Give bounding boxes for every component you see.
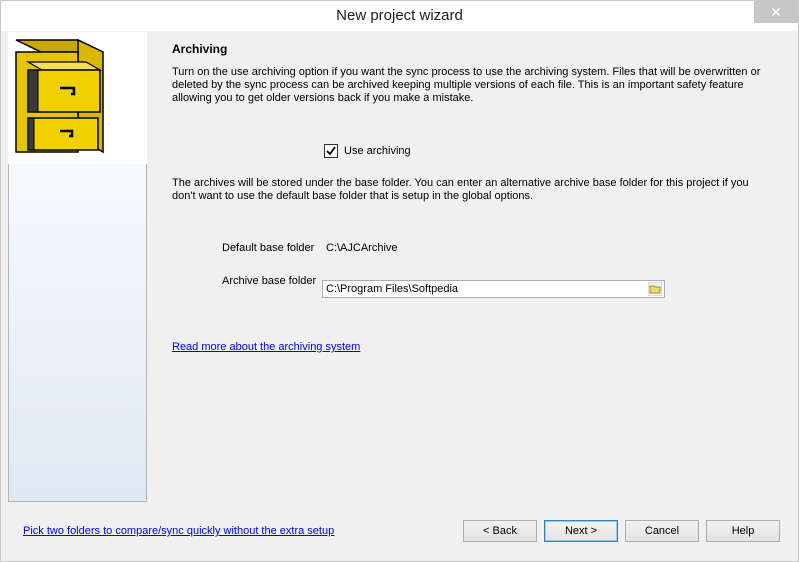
folder-icon[interactable] xyxy=(648,282,662,296)
read-more-archiving-link[interactable]: Read more about the archiving system xyxy=(172,341,360,353)
page-content: Archiving Turn on the use archiving opti… xyxy=(172,42,762,353)
quick-compare-link[interactable]: Pick two folders to compare/sync quickly… xyxy=(23,525,334,537)
wizard-window: New project wizard ✕ Archiving Turn on t… xyxy=(0,0,799,562)
use-archiving-label[interactable]: Use archiving xyxy=(344,145,411,157)
window-title: New project wizard xyxy=(336,7,463,24)
close-icon: ✕ xyxy=(770,4,782,20)
close-button[interactable]: ✕ xyxy=(754,1,798,23)
left-sidebar-panel xyxy=(8,164,147,502)
wizard-page: Archiving Turn on the use archiving opti… xyxy=(8,32,792,502)
back-button[interactable]: < Back xyxy=(463,520,537,542)
checkmark-icon xyxy=(326,146,336,156)
page-heading: Archiving xyxy=(172,42,228,56)
default-base-folder-label: Default base folder xyxy=(222,242,315,254)
help-button[interactable]: Help xyxy=(706,520,780,542)
archive-base-folder-field[interactable] xyxy=(322,280,665,298)
use-archiving-checkbox[interactable]: Use archiving xyxy=(324,144,411,158)
title-bar: New project wizard ✕ xyxy=(1,1,798,31)
archive-base-folder-label: Archive base folder xyxy=(222,275,317,287)
checkbox-box[interactable] xyxy=(324,144,338,158)
button-bar: Pick two folders to compare/sync quickly… xyxy=(8,502,792,554)
next-button[interactable]: Next > xyxy=(544,520,618,542)
base-folder-info: The archives will be stored under the ba… xyxy=(172,177,749,202)
archive-base-folder-input[interactable] xyxy=(323,281,644,297)
intro-paragraph: Turn on the use archiving option if you … xyxy=(172,66,761,104)
cancel-button[interactable]: Cancel xyxy=(625,520,699,542)
default-base-folder-value: C:\AJCArchive xyxy=(326,242,398,254)
filing-cabinet-icon xyxy=(8,32,147,164)
client-area: Archiving Turn on the use archiving opti… xyxy=(8,32,792,554)
